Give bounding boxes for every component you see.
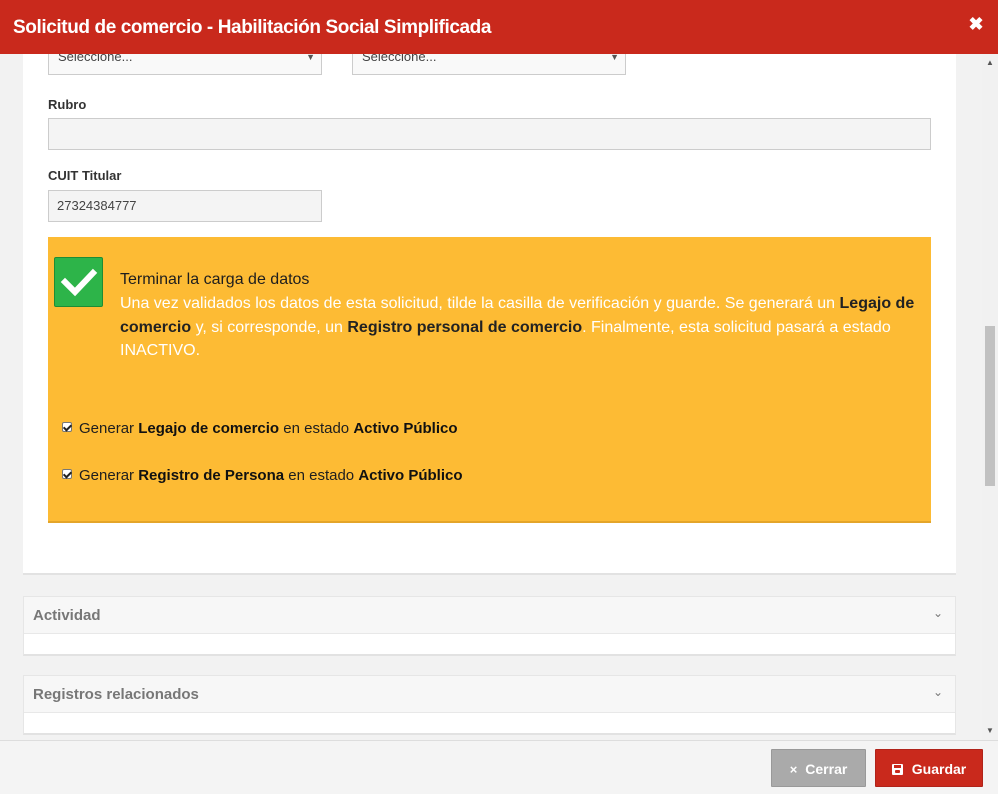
option-text: Generar: [79, 467, 139, 484]
section-header-registros[interactable]: Registros relacionados ⌄: [24, 676, 955, 713]
finish-checkbox[interactable]: [54, 257, 103, 307]
checkbox-registro[interactable]: [62, 469, 72, 479]
section-actividad: Actividad ⌄: [23, 596, 956, 656]
option-generar-legajo[interactable]: Generar Legajo de comercio en estado Act…: [62, 420, 458, 437]
section-title: Registros relacionados: [33, 686, 199, 703]
finish-notice: Terminar la carga de datos Una vez valid…: [48, 237, 931, 523]
guardar-label: Guardar: [911, 761, 967, 777]
dropdown-arrow-icon: ▼: [610, 54, 619, 62]
scroll-down-arrow-icon[interactable]: ▼: [982, 724, 998, 738]
save-disk-icon: [891, 764, 903, 775]
section-registros-relacionados: Registros relacionados ⌄: [23, 675, 956, 735]
notice-bold-registro: Registro personal de comercio: [347, 318, 583, 336]
notice-heading: Terminar la carga de datos: [120, 271, 310, 288]
modal-title: Solicitud de comercio - Habilitación Soc…: [13, 17, 492, 38]
option-generar-registro[interactable]: Generar Registro de Persona en estado Ac…: [62, 467, 463, 484]
cerrar-label: Cerrar: [805, 761, 848, 777]
checkbox-legajo[interactable]: [62, 422, 72, 432]
option-text: Generar: [79, 420, 139, 437]
rubro-field[interactable]: [48, 118, 931, 150]
modal-header: Solicitud de comercio - Habilitación Soc…: [0, 0, 998, 54]
section-header-actividad[interactable]: Actividad ⌄: [24, 597, 955, 634]
cuit-label: CUIT Titular: [48, 168, 122, 183]
cuit-field[interactable]: 27324384777: [48, 190, 322, 222]
dropdown-arrow-icon: ▼: [306, 54, 315, 62]
notice-text: Una vez validados los datos de esta soli…: [120, 295, 840, 312]
notice-description: Una vez validados los datos de esta soli…: [120, 292, 920, 363]
option-bold: Registro de Persona: [138, 467, 285, 484]
form-card: Seleccione... ▼ Seleccione... ▼ Rubro CU…: [23, 54, 956, 575]
guardar-button[interactable]: Guardar: [875, 749, 983, 787]
scroll-thumb[interactable]: [985, 326, 995, 486]
modal-body[interactable]: Seleccione... ▼ Seleccione... ▼ Rubro CU…: [0, 54, 982, 740]
option-text: en estado: [284, 467, 359, 484]
option-text: en estado: [279, 420, 354, 437]
select-value: Seleccione...: [58, 54, 133, 64]
checkmark-icon: [60, 268, 98, 297]
notice-text: y, si corresponde, un: [191, 318, 348, 336]
location-select-1[interactable]: Seleccione... ▼: [48, 54, 322, 75]
option-bold: Activo Público: [358, 467, 463, 484]
close-x-icon: ×: [789, 762, 798, 777]
select-value: Seleccione...: [362, 54, 437, 64]
scroll-up-arrow-icon[interactable]: ▲: [982, 56, 998, 70]
cerrar-button[interactable]: × Cerrar: [771, 749, 866, 787]
vertical-scrollbar[interactable]: ▲ ▼: [982, 54, 998, 740]
modal-footer: × Cerrar Guardar: [0, 740, 998, 794]
option-bold: Legajo de comercio: [138, 420, 280, 437]
rubro-label: Rubro: [48, 97, 87, 112]
chevron-down-icon[interactable]: ⌄: [933, 606, 943, 620]
option-bold: Activo Público: [353, 420, 458, 437]
location-select-2[interactable]: Seleccione... ▼: [352, 54, 626, 75]
chevron-down-icon[interactable]: ⌄: [933, 685, 943, 699]
close-icon[interactable]: ✖: [968, 14, 984, 34]
section-title: Actividad: [33, 607, 101, 624]
